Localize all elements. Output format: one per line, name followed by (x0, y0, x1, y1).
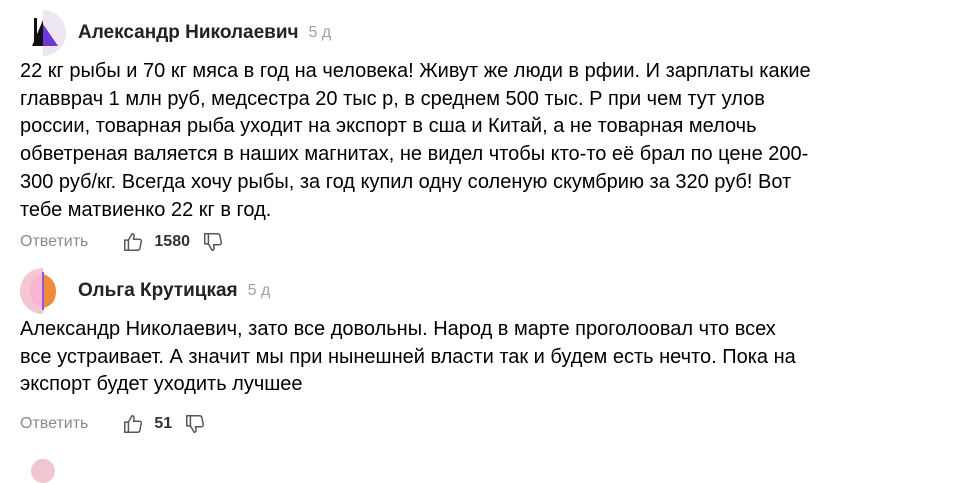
comment-line: экспорт будет уходить лучшее (20, 373, 303, 396)
avatar[interactable] (20, 268, 66, 314)
comment-line: Александр Николаевич, зато все довольны.… (20, 318, 776, 340)
avatar[interactable] (31, 459, 55, 483)
author-name[interactable]: Александр Николаевич (78, 22, 299, 44)
comment-age: 5 д (247, 282, 271, 299)
comment-line: все устраивает. А значит мы при нынешней… (20, 345, 796, 368)
reply-button[interactable]: Ответить (20, 233, 88, 251)
avatar[interactable] (20, 10, 66, 56)
comment-line: 300 руб/кг. Всегда хочу рыбы, за год куп… (20, 170, 792, 193)
comment-age: 5 д (308, 24, 332, 41)
comment-line: главврач 1 млн руб, медсестра 20 тыс р, … (20, 87, 765, 110)
comment-header: Ольга Крутицкая 5 д (20, 268, 270, 314)
thumbs-up-icon[interactable] (122, 413, 144, 435)
comment-text: Александр Николаевич, зато все довольны.… (20, 316, 920, 399)
comment-actions: Ответить 1580 (20, 230, 224, 254)
comment-line: обветреная валяется в наших магнитах, не… (20, 143, 809, 166)
comment-line: тебе матвиенко 22 кг в год. (20, 198, 272, 221)
like-count: 1580 (154, 233, 190, 250)
comment-text: 22 кг рыбы и 70 кг мяса в год на человек… (20, 58, 920, 224)
comment: Ольга Крутицкая 5 д Александр Николаевич… (0, 260, 963, 460)
reply-button[interactable]: Ответить (20, 415, 88, 433)
comment-actions: Ответить 51 (20, 412, 206, 436)
comment-line: россии, товарная рыба уходит на экспорт … (20, 115, 757, 138)
like-count: 51 (154, 415, 173, 432)
comment-line: 22 кг рыбы и 70 кг мяса в год на человек… (20, 60, 811, 82)
thumbs-up-icon[interactable] (122, 231, 144, 253)
comment: Александр Николаевич 5 д 22 кг рыбы и 70… (0, 0, 963, 260)
thumbs-down-icon[interactable] (202, 231, 224, 253)
author-name[interactable]: Ольга Крутицкая (78, 280, 238, 302)
comment-header: Александр Николаевич 5 д (20, 10, 331, 56)
thumbs-down-icon[interactable] (184, 413, 206, 435)
